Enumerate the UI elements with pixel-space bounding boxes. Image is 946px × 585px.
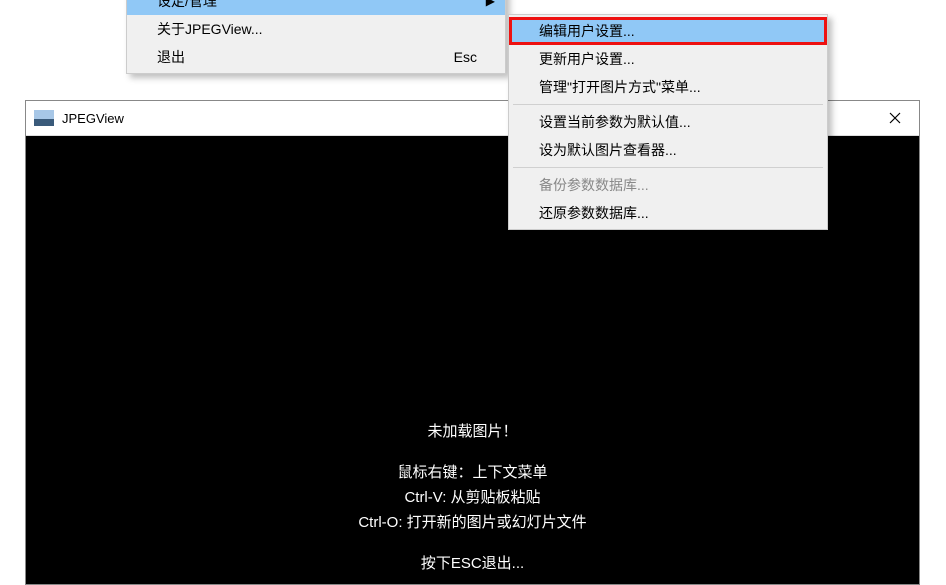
menu-item-about[interactable]: 关于JPEGView...	[127, 15, 505, 43]
menu-label: 还原参数数据库...	[539, 205, 649, 221]
menu-label: 设定/管理	[157, 0, 217, 9]
submenu-item-edit-user-settings[interactable]: 编辑用户设置...	[509, 17, 827, 45]
submenu-item-manage-open-with[interactable]: 管理"打开图片方式"菜单...	[509, 73, 827, 101]
menu-label: 设为默认图片查看器...	[539, 142, 677, 158]
submenu-item-set-current-params-default[interactable]: 设置当前参数为默认值...	[509, 108, 827, 136]
menu-item-settings-admin[interactable]: 设定/管理 ▶	[127, 0, 505, 15]
menu-label: 更新用户设置...	[539, 51, 635, 67]
submenu-arrow-icon: ▶	[486, 0, 495, 15]
window-title: JPEGView	[62, 111, 124, 126]
menu-label: 关于JPEGView...	[157, 21, 263, 37]
menu-label: 备份参数数据库...	[539, 177, 649, 193]
menu-label: 编辑用户设置...	[539, 23, 635, 39]
no-image-message: 未加载图片！	[427, 421, 517, 442]
submenu-item-restore-param-db[interactable]: 还原参数数据库...	[509, 199, 827, 227]
submenu-item-update-user-settings[interactable]: 更新用户设置...	[509, 45, 827, 73]
close-icon	[889, 112, 901, 124]
submenu-item-set-default-viewer[interactable]: 设为默认图片查看器...	[509, 136, 827, 164]
menu-separator	[513, 104, 823, 105]
hint-open: Ctrl-O: 打开新的图片或幻灯片文件	[358, 512, 586, 533]
submenu-item-backup-param-db: 备份参数数据库...	[509, 171, 827, 199]
hint-paste: Ctrl-V: 从剪贴板粘贴	[404, 487, 540, 508]
menu-label: 管理"打开图片方式"菜单...	[539, 79, 701, 95]
menu-item-exit[interactable]: 退出 Esc	[127, 43, 505, 71]
close-button[interactable]	[871, 101, 919, 136]
menu-shortcut: Esc	[454, 43, 477, 71]
menu-separator	[513, 167, 823, 168]
menu-label: 退出	[157, 49, 185, 65]
hint-esc: 按下ESC退出...	[421, 553, 524, 574]
settings-submenu: 编辑用户设置... 更新用户设置... 管理"打开图片方式"菜单... 设置当前…	[508, 14, 828, 230]
app-icon	[34, 110, 54, 126]
menu-label: 设置当前参数为默认值...	[539, 114, 691, 130]
context-menu: 设定/管理 ▶ 关于JPEGView... 退出 Esc	[126, 0, 506, 74]
hint-context-menu: 鼠标右键：上下文菜单	[397, 462, 547, 483]
